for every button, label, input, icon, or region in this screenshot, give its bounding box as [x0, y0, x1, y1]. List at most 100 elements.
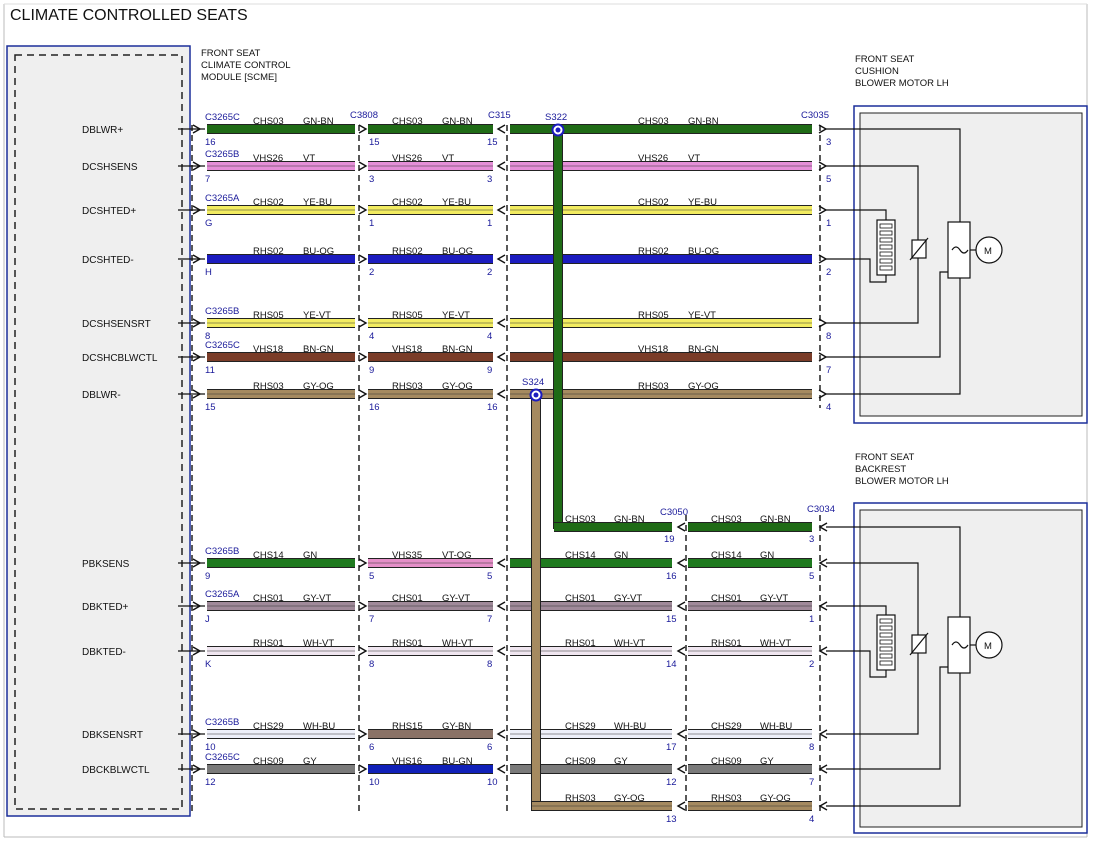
circuit-label: CHS14 [253, 550, 284, 561]
circuit-label: RHS03 [711, 793, 742, 804]
circuit-label: VHS26 [392, 153, 422, 164]
pin-number: 1 [809, 614, 814, 625]
color-label: GN-BN [688, 116, 719, 127]
color-label: GN-BN [303, 116, 334, 127]
pin-number: 9 [487, 365, 492, 376]
pin-number: 3 [826, 137, 831, 148]
color-label: GY-OG [760, 793, 791, 804]
color-label: VT-OG [442, 550, 472, 561]
pin-number: 3 [487, 174, 492, 185]
color-label: GY [303, 756, 317, 767]
pin-number: 14 [666, 659, 677, 670]
pin-number: 15 [205, 402, 216, 413]
color-label: WH-VT [760, 638, 791, 649]
color-label: GN-BN [760, 514, 791, 525]
wires-layer [178, 124, 858, 811]
pin-number: 6 [487, 742, 492, 753]
color-label: BN-GN [688, 344, 719, 355]
color-label: GY-VT [303, 593, 331, 604]
connector-id: C3265B [205, 149, 239, 160]
diagram-canvas: CLIMATE CONTROLLED SEATS FRONT SEAT CLIM… [3, 3, 1088, 838]
pin-number: 10 [369, 777, 380, 788]
color-label: VT [303, 153, 315, 164]
circuit-label: VHS18 [253, 344, 283, 355]
circuit-label: CHS02 [392, 197, 423, 208]
cushion-label-1: FRONT SEAT [855, 54, 914, 65]
color-label: GY [760, 756, 774, 767]
pin-number: 3 [369, 174, 374, 185]
module-label-2: CLIMATE CONTROL [201, 60, 291, 71]
connector-c3808: C3808 [350, 110, 378, 121]
circuit-label: VHS35 [392, 550, 422, 561]
circuit-label: CHS01 [253, 593, 284, 604]
pin-number: 2 [809, 659, 814, 670]
connector-c3035: C3035 [801, 110, 829, 121]
color-label: GN-BN [614, 514, 645, 525]
color-label: GY-OG [303, 381, 334, 392]
signal-label: DCSHTED- [82, 255, 134, 266]
pin-number: 11 [205, 365, 215, 376]
color-label: YE-VT [688, 310, 716, 321]
pin-number: 2 [369, 267, 374, 278]
connector-id: C3265C [205, 112, 240, 123]
connector-c3050: C3050 [660, 507, 688, 518]
circuit-label: CHS09 [253, 756, 284, 767]
color-label: WH-BU [303, 721, 335, 732]
pin-number: 7 [809, 777, 814, 788]
color-label: GN [303, 550, 317, 561]
color-label: BU-OG [303, 246, 334, 257]
circuit-label: RHS01 [253, 638, 284, 649]
color-label: YE-BU [442, 197, 471, 208]
pin-number: 2 [487, 267, 492, 278]
connector-c315: C315 [488, 110, 511, 121]
pin-number: 1 [369, 218, 374, 229]
wire-seg2 [368, 255, 493, 263]
connector-id: C3265A [205, 193, 240, 204]
circuit-label: VHS26 [638, 153, 668, 164]
pin-number: 19 [664, 534, 675, 545]
pin-number: 6 [369, 742, 374, 753]
signal-label: DCSHSENSRT [82, 319, 151, 330]
circuit-label: CHS03 [711, 514, 742, 525]
wire-seg2 [368, 765, 493, 773]
pin-number: 4 [809, 814, 814, 825]
circuit-label: VHS26 [253, 153, 283, 164]
splice-label-s322: S322 [545, 112, 567, 123]
color-label: BU-OG [442, 246, 473, 257]
color-label: VT [688, 153, 700, 164]
pin-number: 7 [205, 174, 210, 185]
signal-label: DBCKBLWCTL [82, 765, 150, 776]
circuit-label: RHS01 [392, 638, 423, 649]
signal-label: DCSHTED+ [82, 206, 136, 217]
pin-number: 9 [369, 365, 374, 376]
pin-number: 16 [369, 402, 380, 413]
circuit-label: CHS09 [711, 756, 742, 767]
backrest-label-1: FRONT SEAT [855, 452, 914, 463]
color-label: GY-VT [614, 593, 642, 604]
signal-label: DCSHSENS [82, 162, 138, 173]
pin-number: 15 [666, 614, 677, 625]
pin-number: 4 [369, 331, 374, 342]
pin-number: G [205, 218, 212, 229]
pin-number: J [205, 614, 210, 625]
connector-id: C3265C [205, 340, 240, 351]
color-label: YE-VT [442, 310, 470, 321]
circuit-label: RHS02 [392, 246, 423, 257]
circuit-label: VHS16 [392, 756, 422, 767]
circuit-label: RHS03 [392, 381, 423, 392]
circuit-label: CHS01 [392, 593, 423, 604]
circuit-label: CHS09 [565, 756, 596, 767]
pin-number: 4 [826, 402, 831, 413]
circuit-label: CHS14 [711, 550, 742, 561]
motor-icon: M [984, 246, 992, 257]
signal-label: DBKTED- [82, 647, 126, 658]
pin-number: 2 [826, 267, 831, 278]
pin-number: 7 [826, 365, 831, 376]
circuit-label: RHS02 [253, 246, 284, 257]
motor-icon: M [984, 641, 992, 652]
pin-number: 4 [487, 331, 492, 342]
wire-seg2 [368, 125, 493, 133]
pin-number: 5 [487, 571, 492, 582]
circuit-label: RHS03 [565, 793, 596, 804]
color-label: GY-VT [760, 593, 788, 604]
